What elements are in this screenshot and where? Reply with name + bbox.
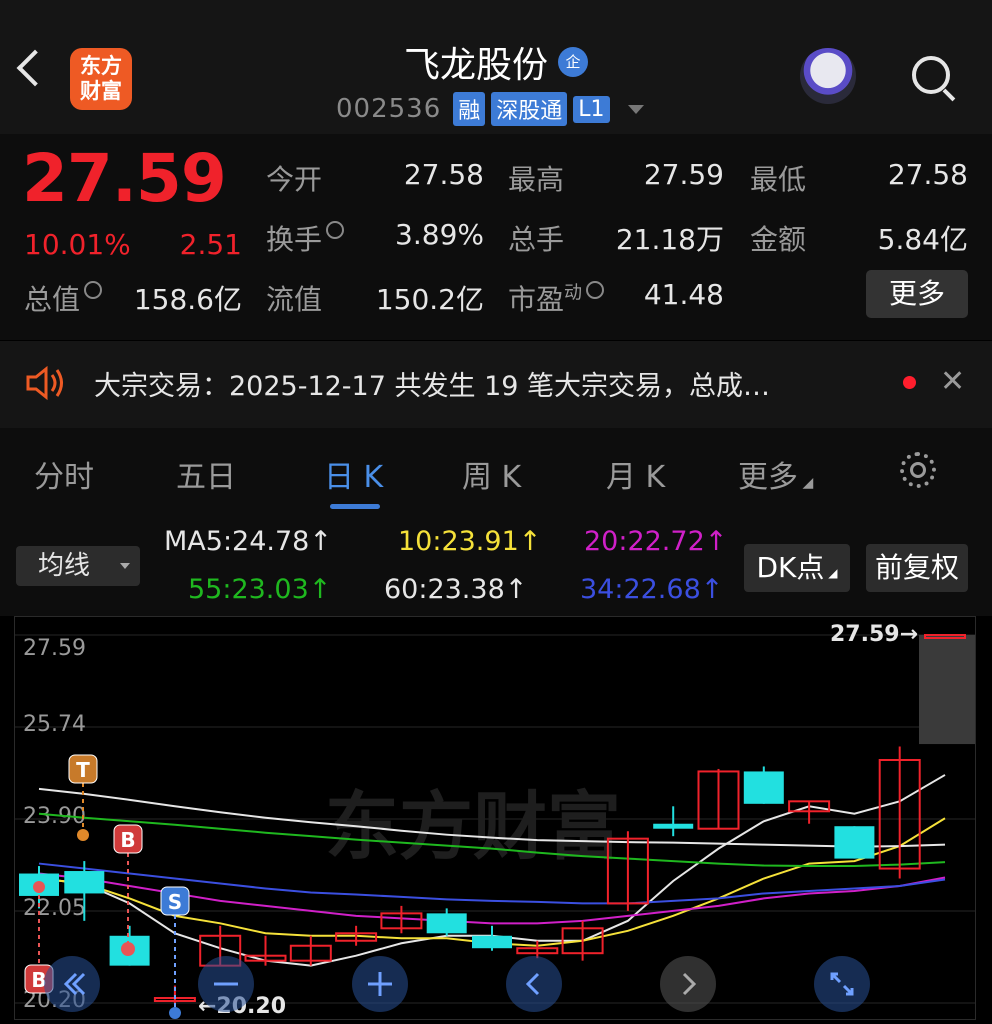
dk-point-button[interactable]: DK点 ◢ — [744, 544, 850, 592]
amount-label: 金额 — [750, 223, 807, 256]
info-icon[interactable] — [84, 281, 103, 299]
ma10-value: 10:23.91↑ — [398, 526, 542, 557]
candle-body — [743, 771, 784, 804]
low-label: 最低 — [750, 163, 807, 196]
candle-body — [472, 935, 512, 949]
prev-button[interactable] — [506, 956, 562, 1012]
total-mv-label: 总值 — [24, 278, 103, 318]
chevron-down-icon[interactable] — [627, 104, 644, 114]
tag-level[interactable]: L1 — [573, 95, 610, 123]
pe-value: 41.48 — [643, 278, 724, 311]
change-percent: 10.01% — [24, 228, 131, 261]
high-label: 最高 — [508, 163, 565, 196]
amount-value: 5.84亿 — [877, 223, 968, 256]
unread-dot — [903, 376, 916, 389]
turnover-label: 换手 — [266, 218, 345, 258]
active-tab-indicator — [330, 504, 380, 509]
tab-monthly-k[interactable]: 月 K — [606, 452, 665, 496]
low-value: 27.58 — [887, 158, 968, 191]
turnover-value: 3.89% — [395, 218, 484, 251]
float-mv-label: 流值 — [266, 283, 323, 316]
open-value: 27.58 — [403, 158, 484, 191]
robot-assistant-icon[interactable] — [800, 48, 856, 104]
tag-margin[interactable]: 融 — [453, 92, 486, 126]
tag-sz-connect[interactable]: 深股通 — [491, 92, 568, 126]
ma-selector[interactable]: 均线 — [16, 546, 140, 586]
y-tick-label: 22.05 — [23, 896, 86, 921]
pe-label: 市盈动 — [508, 278, 605, 318]
tab-weekly-k[interactable]: 周 K — [462, 452, 521, 496]
limit-up-area — [919, 635, 992, 745]
tab-daily-k[interactable]: 日 K — [324, 452, 383, 496]
marker-t-dot — [77, 829, 89, 841]
fullscreen-button[interactable] — [814, 956, 870, 1012]
marker-t-label: T — [76, 758, 90, 782]
candle-body — [653, 823, 694, 829]
current-price: 27.59 — [22, 140, 227, 217]
enterprise-badge-icon: 企 — [558, 47, 588, 77]
marker-s-label: S — [168, 890, 182, 914]
speaker-icon — [26, 365, 63, 401]
close-icon[interactable]: ✕ — [940, 364, 965, 399]
ma60-value: 60:23.38↑ — [384, 574, 528, 605]
notice-text[interactable]: 大宗交易：2025-12-17 共发生 19 笔大宗交易，总成… — [94, 364, 770, 403]
total-mv-value: 158.6亿 — [133, 283, 242, 316]
chevron-down-icon — [120, 563, 130, 569]
zoom-in-button[interactable] — [352, 956, 408, 1012]
forward-adjust-button[interactable]: 前复权 — [866, 544, 968, 592]
change-amount: 2.51 — [179, 228, 242, 261]
tab-more[interactable]: 更多 ◢ — [738, 452, 813, 496]
next-button[interactable] — [660, 956, 716, 1012]
candle-body — [834, 826, 875, 859]
high-value: 27.59 — [643, 158, 724, 191]
info-icon[interactable] — [326, 221, 345, 239]
marker-s-dot — [169, 1007, 181, 1019]
volume-value: 21.18万 — [615, 223, 724, 256]
stock-subinfo: 002536 融 深股通 L1 — [336, 92, 644, 126]
marker-b-dot — [121, 942, 135, 956]
candle-body — [64, 871, 105, 894]
tab-5day[interactable]: 五日 — [176, 452, 236, 496]
tab-intraday[interactable]: 分时 — [34, 452, 94, 496]
float-mv-value: 150.2亿 — [375, 283, 484, 316]
stock-code: 002536 — [336, 94, 442, 124]
more-quote-button[interactable]: 更多 — [866, 270, 968, 318]
ma20-value: 20:22.72↑ — [584, 526, 728, 557]
volume-label: 总手 — [508, 223, 565, 256]
y-tick-label: 27.59 — [23, 636, 86, 661]
rewind-button[interactable] — [44, 956, 100, 1012]
gear-icon-center — [910, 462, 926, 478]
y-tick-label: 25.74 — [23, 712, 86, 737]
marker-b2-dot — [33, 881, 45, 893]
last-price-label: 27.59→ — [830, 622, 918, 647]
ma5-value: MA5:24.78↑ — [164, 526, 332, 557]
ma34-value: 34:22.68↑ — [580, 574, 724, 605]
open-label: 今开 — [266, 163, 323, 196]
ma55-value: 55:23.03↑ — [188, 574, 332, 605]
zoom-out-button[interactable] — [198, 956, 254, 1012]
candle-body — [426, 913, 467, 934]
stock-name: 飞龙股份 — [403, 45, 548, 86]
marker-b-label: B — [120, 828, 135, 852]
